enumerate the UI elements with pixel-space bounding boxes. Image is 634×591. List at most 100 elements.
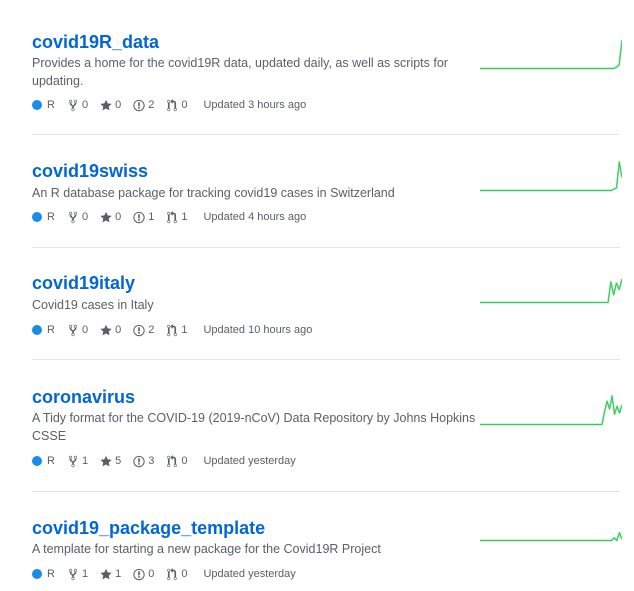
forks-link[interactable]: 1 — [67, 568, 88, 581]
repo-name-link[interactable]: covid19R_data — [32, 31, 159, 53]
stars-count: 0 — [115, 211, 122, 223]
issue-opened-icon — [133, 99, 145, 112]
repo-forked-icon — [67, 568, 79, 581]
repo-name-link[interactable]: covid19italy — [32, 272, 135, 294]
forks-link[interactable]: 0 — [67, 211, 88, 224]
language-color-dot — [32, 325, 42, 335]
issues-link[interactable]: 1 — [133, 211, 154, 224]
repo-forked-icon — [67, 455, 79, 468]
forks-link[interactable]: 0 — [67, 324, 88, 337]
forks-count: 0 — [81, 324, 89, 336]
issues-count: 2 — [148, 99, 155, 111]
forks-link[interactable]: 1 — [67, 455, 88, 468]
issues-link[interactable]: 2 — [133, 99, 154, 112]
issues-link[interactable]: 0 — [133, 568, 154, 581]
repo-forked-icon — [67, 324, 79, 337]
repo-name-link[interactable]: covid19swiss — [32, 160, 148, 182]
issue-opened-icon — [133, 568, 145, 581]
repo-meta: R 1 1 0 0 Updated yesterday — [32, 566, 296, 582]
stars-link[interactable]: 0 — [100, 211, 121, 224]
repo-name-link[interactable]: covid19_package_template — [32, 517, 265, 539]
activity-sparkline — [480, 278, 622, 304]
language: R — [32, 99, 55, 111]
pull-requests-link[interactable]: 0 — [166, 567, 188, 581]
pull-requests-link[interactable]: 0 — [166, 98, 187, 112]
language: R — [32, 211, 55, 223]
divider — [32, 134, 620, 135]
language-color-dot — [32, 456, 42, 466]
star-icon — [100, 211, 112, 224]
language-label: R — [47, 211, 55, 223]
issues-count: 1 — [148, 211, 155, 223]
sparkline-accent-path — [480, 39, 622, 69]
git-pull-request-icon — [166, 454, 178, 468]
repo-meta: R 1 5 3 0 Updated yesterday — [32, 453, 296, 469]
stars-link[interactable]: 0 — [100, 324, 121, 337]
issue-opened-icon — [133, 455, 145, 468]
issue-opened-icon — [133, 324, 145, 337]
language: R — [32, 324, 55, 336]
language-color-dot — [32, 212, 42, 222]
pull-requests-link[interactable]: 0 — [166, 454, 188, 468]
forks-count: 0 — [81, 211, 89, 223]
git-pull-request-icon — [166, 323, 178, 337]
pull-requests-link[interactable]: 1 — [166, 323, 188, 337]
activity-sparkline — [480, 395, 622, 426]
issues-link[interactable]: 3 — [133, 455, 154, 468]
repo-meta: R 0 0 1 1 Updated 4 hours ago — [32, 209, 306, 225]
language-label: R — [47, 324, 55, 336]
pull-requests-link[interactable]: 1 — [166, 210, 188, 224]
repo-forked-icon — [67, 99, 79, 112]
repo-name-link[interactable]: coronavirus — [32, 386, 135, 408]
issues-link[interactable]: 2 — [133, 324, 154, 337]
sparkline-accent-path — [480, 532, 622, 541]
updated-time: Updated 10 hours ago — [203, 324, 313, 336]
sparkline-path — [480, 39, 622, 70]
git-pull-request-icon — [166, 98, 178, 112]
updated-time: Updated yesterday — [203, 455, 296, 467]
sparkline-path — [480, 395, 622, 426]
pull-requests-count: 0 — [181, 568, 188, 580]
forks-count: 1 — [81, 455, 89, 467]
stars-count: 5 — [115, 455, 122, 467]
pull-requests-count: 1 — [181, 211, 188, 223]
activity-sparkline — [480, 161, 622, 192]
activity-sparkline — [480, 39, 622, 70]
issues-count: 2 — [148, 324, 155, 336]
forks-count: 0 — [81, 99, 89, 111]
stars-count: 0 — [115, 324, 122, 336]
git-pull-request-icon — [166, 567, 178, 581]
language: R — [32, 568, 55, 580]
updated-time: Updated yesterday — [203, 568, 296, 580]
repo-meta: R 0 0 2 — [32, 97, 306, 113]
language: R — [32, 455, 55, 467]
sparkline-accent-path — [480, 395, 622, 425]
issue-opened-icon — [133, 211, 145, 224]
stars-count: 0 — [115, 99, 122, 111]
language-label: R — [47, 568, 55, 580]
divider — [32, 491, 620, 492]
star-icon — [100, 455, 112, 468]
pull-requests-count: 0 — [181, 455, 188, 467]
star-icon — [100, 568, 112, 581]
repo-description: Covid19 cases in Italy — [32, 298, 154, 312]
stars-link[interactable]: 1 — [100, 568, 121, 581]
repo-description: A Tidy format for the COVID-19 (2019-nCo… — [32, 411, 476, 443]
divider — [32, 359, 620, 360]
language-color-dot — [32, 100, 42, 110]
forks-count: 1 — [81, 568, 89, 580]
stars-count: 1 — [115, 568, 122, 580]
updated-time: Updated 4 hours ago — [203, 211, 307, 223]
language-label: R — [47, 455, 55, 467]
stars-link[interactable]: 0 — [100, 99, 121, 112]
sparkline-path — [480, 161, 622, 192]
activity-sparkline — [480, 531, 622, 542]
language-label: R — [47, 99, 55, 111]
sparkline-accent-path — [480, 161, 622, 191]
forks-link[interactable]: 0 — [67, 99, 88, 112]
repo-forked-icon — [67, 211, 79, 224]
pull-requests-count: 1 — [181, 324, 188, 336]
divider — [32, 247, 620, 248]
stars-link[interactable]: 5 — [100, 455, 121, 468]
repository-list: covid19R_data Provides a home for the co… — [0, 0, 634, 591]
